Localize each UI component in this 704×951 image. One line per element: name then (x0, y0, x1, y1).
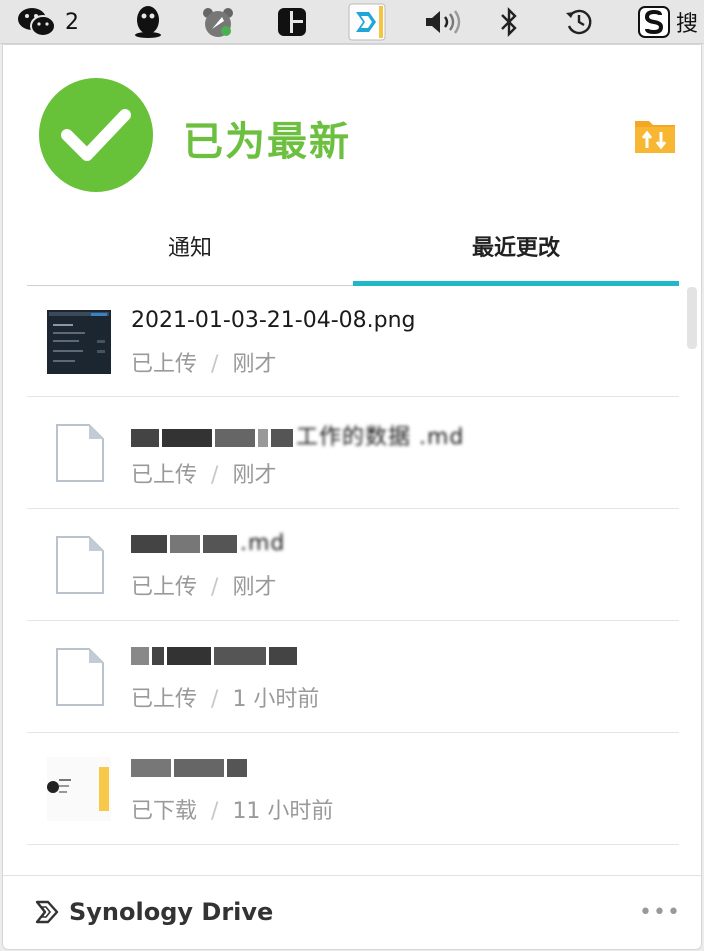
brand[interactable]: Synology Drive (33, 898, 273, 926)
wechat-icon (18, 8, 56, 37)
file-icon (47, 421, 111, 485)
synology-drive-panel: 已为最新 通知 最近更改 2021-01-03-21-04-08.png 已上传… (2, 44, 702, 950)
file-status: 已下载 / 11 小时前 (131, 793, 333, 825)
file-action: 已上传 (131, 352, 198, 377)
file-name (131, 643, 300, 668)
file-name: 工作的数据 .md (131, 419, 464, 451)
status-separator: / (211, 352, 219, 377)
sync-status-circle (39, 78, 153, 192)
redacted-text (131, 531, 240, 556)
window-layout-icon (278, 8, 306, 36)
volume-menu-item[interactable] (420, 0, 464, 44)
status-separator: / (211, 575, 219, 600)
rocket-app-menu-item[interactable] (196, 0, 240, 44)
wechat-unread-count: 2 (65, 9, 79, 35)
image-thumbnail (47, 757, 111, 821)
file-time: 刚才 (232, 463, 277, 488)
tab-recent-changes[interactable]: 最近更改 (353, 205, 679, 287)
panel-footer: Synology Drive ••• (3, 875, 701, 951)
qq-penguin-icon (135, 6, 161, 38)
file-name: 2021-01-03-21-04-08.png (131, 308, 416, 333)
file-time: 刚才 (232, 575, 277, 600)
screenshot-thumbnail (47, 310, 111, 374)
list-item[interactable]: 已上传 / 1 小时前 (27, 621, 679, 733)
file-status: 已上传 / 1 小时前 (131, 681, 319, 713)
more-options-button[interactable]: ••• (639, 900, 681, 925)
sync-status-text: 已为最新 (183, 119, 351, 165)
file-icon (47, 533, 111, 597)
file-name (131, 755, 250, 780)
volume-icon (426, 10, 461, 34)
recent-changes-list: 2021-01-03-21-04-08.png 已上传 / 刚才 工作的数据 .md… (27, 286, 679, 845)
brand-name: Synology Drive (69, 898, 274, 926)
sogou-input-menu-item[interactable]: 搜 (638, 0, 704, 44)
status-separator: / (211, 463, 219, 488)
file-action: 已下载 (131, 799, 198, 824)
file-time: 1 小时前 (232, 687, 320, 712)
list-item[interactable]: 已下载 / 11 小时前 (27, 733, 679, 845)
file-status: 已上传 / 刚才 (131, 569, 276, 601)
rocket-bear-icon (203, 8, 233, 37)
tab-bar: 通知 最近更改 (27, 205, 679, 287)
status-separator: / (211, 687, 219, 712)
synology-drive-logo-icon (35, 900, 59, 924)
sync-folder-icon (635, 121, 675, 153)
sogou-input-icon (638, 6, 670, 38)
time-machine-icon (566, 9, 592, 35)
checkmark-icon (61, 109, 131, 161)
menu-bar: 2 搜 (0, 0, 704, 44)
redacted-text (131, 425, 296, 450)
synology-drive-menu-item[interactable] (344, 0, 390, 44)
file-action: 已上传 (131, 575, 198, 600)
tab-notifications[interactable]: 通知 (27, 205, 353, 287)
list-item[interactable]: .md 已上传 / 刚才 (27, 509, 679, 621)
redacted-text (131, 643, 300, 668)
synology-drive-tray-icon (348, 3, 386, 41)
file-status: 已上传 / 刚才 (131, 346, 276, 378)
list-scrollbar[interactable] (687, 287, 697, 349)
file-action: 已上传 (131, 463, 198, 488)
bluetooth-menu-item[interactable] (494, 0, 524, 44)
file-time: 11 小时前 (232, 799, 334, 824)
sogou-search-label: 搜 (676, 12, 699, 37)
wechat-menu-item[interactable]: 2 (8, 0, 88, 44)
time-machine-menu-item[interactable] (560, 0, 598, 44)
redacted-text (131, 755, 250, 780)
qq-menu-item[interactable] (128, 0, 168, 44)
bluetooth-icon (501, 7, 517, 37)
open-sync-folder-button[interactable] (633, 115, 677, 159)
status-separator: / (211, 799, 219, 824)
layout-app-menu-item[interactable] (272, 0, 312, 44)
file-icon (47, 645, 111, 709)
file-name: .md (131, 531, 285, 556)
file-time: 刚才 (232, 352, 277, 377)
file-status: 已上传 / 刚才 (131, 457, 276, 489)
file-action: 已上传 (131, 687, 198, 712)
list-item[interactable]: 2021-01-03-21-04-08.png 已上传 / 刚才 (27, 286, 679, 397)
list-item[interactable]: 工作的数据 .md 已上传 / 刚才 (27, 397, 679, 509)
